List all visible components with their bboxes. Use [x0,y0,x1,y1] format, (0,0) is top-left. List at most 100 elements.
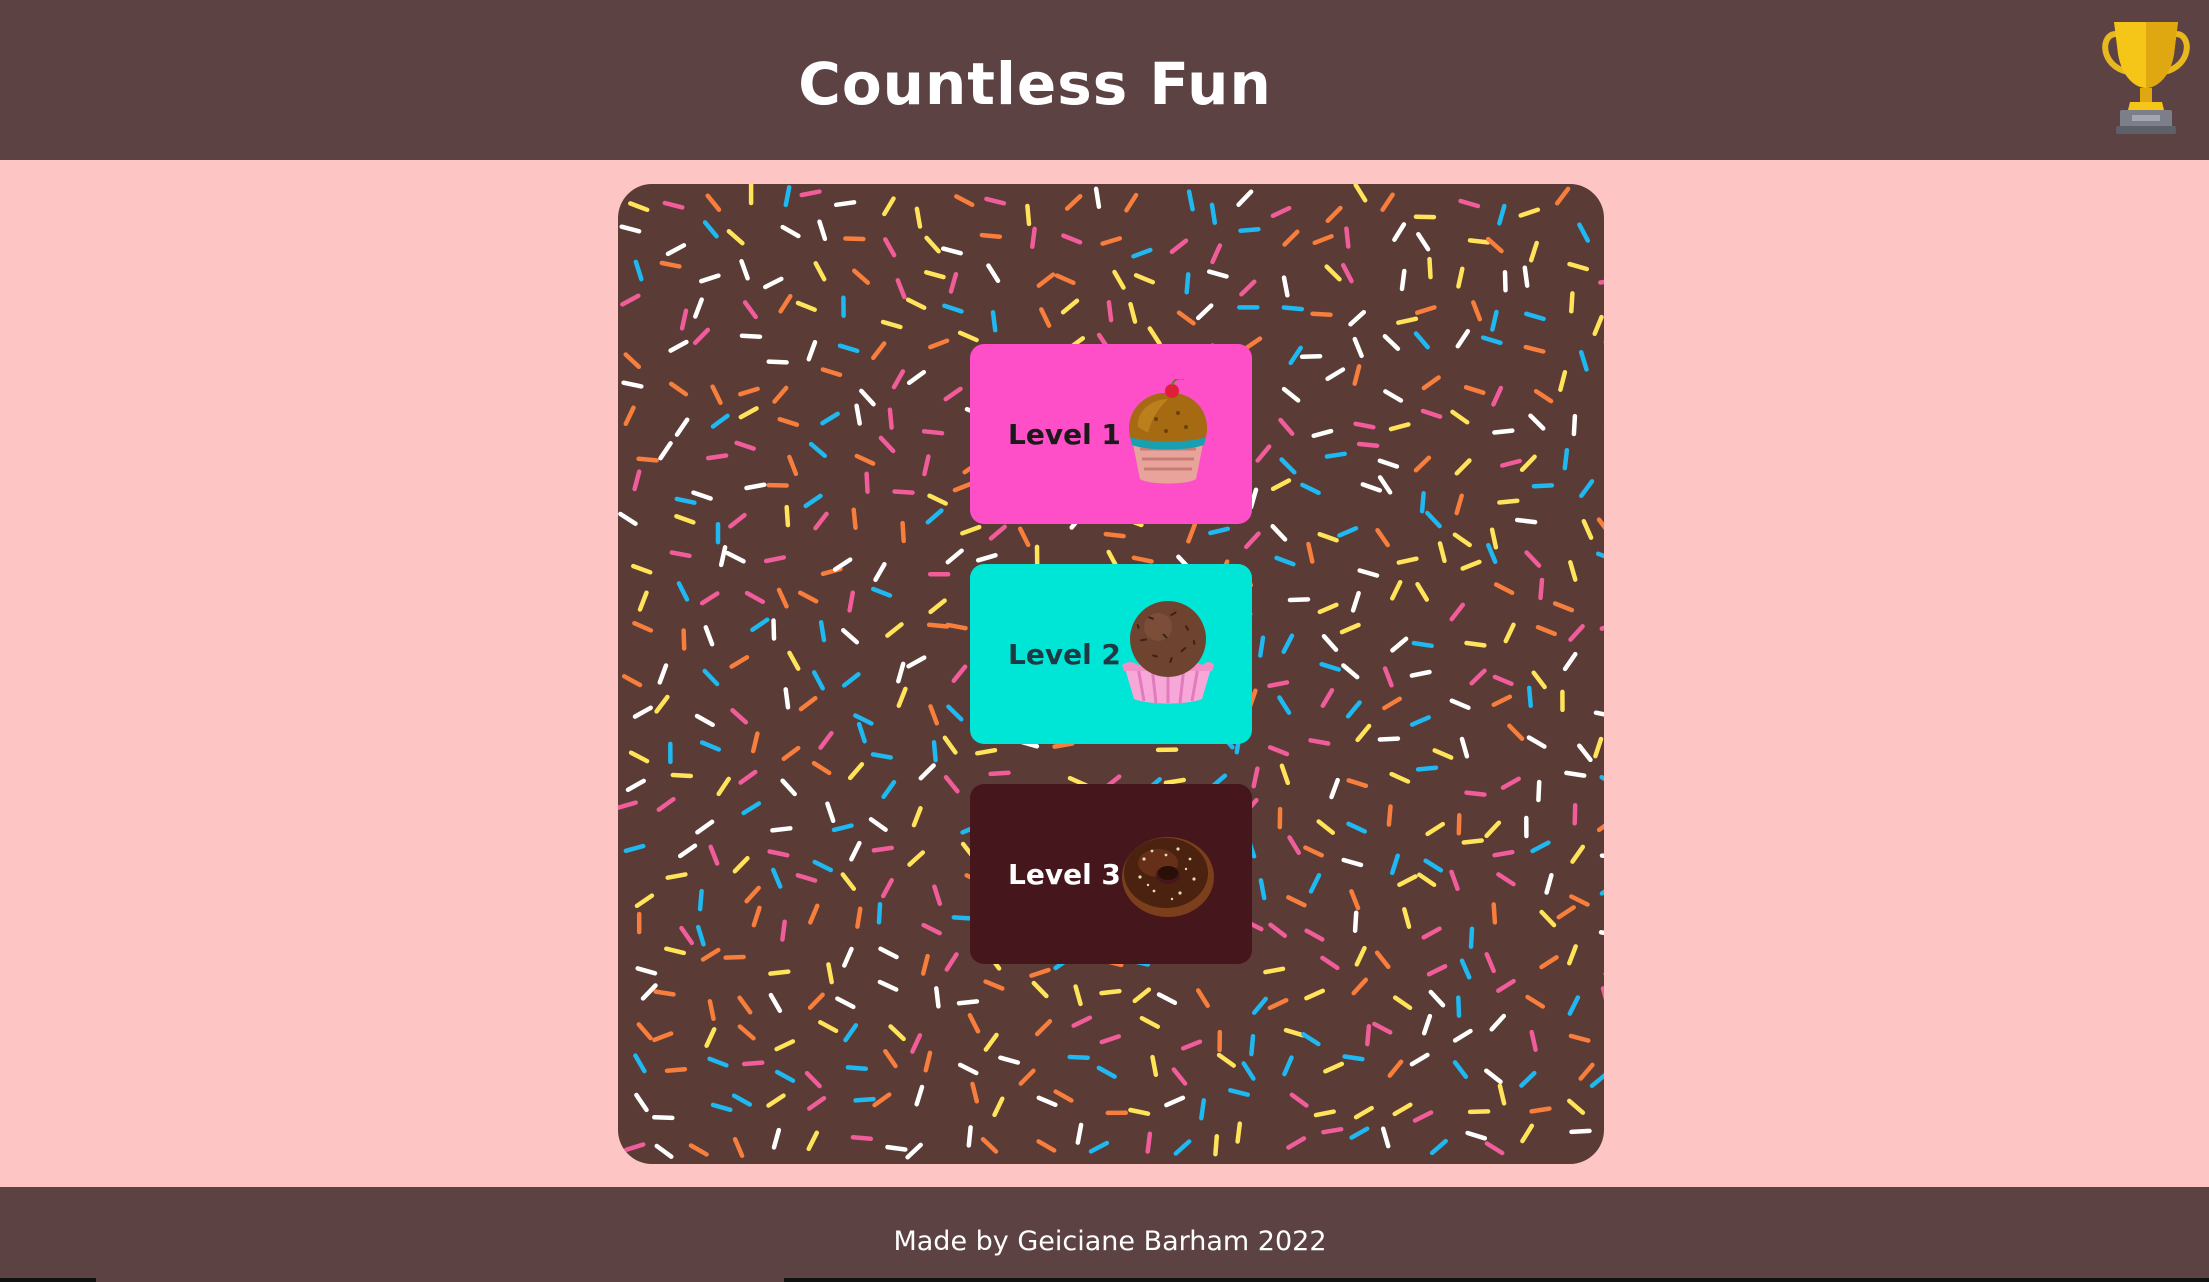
sprinkle [818,1020,839,1034]
sprinkle [1349,889,1361,911]
sprinkle [656,796,676,812]
sprinkle [634,1092,649,1113]
sprinkle [619,224,642,234]
sprinkle [718,545,728,568]
sprinkle [1567,995,1581,1016]
sprinkle [795,873,818,883]
sprinkle [768,992,783,1013]
sprinkle [1467,1109,1491,1115]
sprinkle [737,1024,756,1041]
sprinkle [1578,349,1589,372]
level-3-card[interactable]: Level 3 [970,784,1252,964]
level-2-card[interactable]: Level 2 [970,564,1252,744]
sprinkle [744,482,767,491]
sprinkle [843,236,866,242]
sprinkle [998,1055,1021,1065]
sprinkle [1535,624,1557,637]
sprinkle [1429,1138,1448,1156]
level-1-card[interactable]: Level 1 [970,344,1252,524]
sprinkle [948,271,959,294]
sprinkle [1311,428,1334,439]
sprinkle [633,259,644,282]
sprinkle [1270,205,1292,219]
sprinkle [1210,243,1223,265]
sprinkle [636,456,659,463]
sprinkle [1454,458,1472,476]
sprinkle [1235,1121,1243,1144]
sprinkle [826,962,834,985]
sprinkle [1279,763,1291,786]
sprinkle [654,1143,674,1159]
sprinkle [1106,300,1114,323]
sprinkle [1570,844,1586,864]
sprinkle [1452,532,1472,548]
sprinkle [812,859,834,873]
sprinkle [1492,849,1515,858]
sprinkle [763,276,784,290]
sprinkle [849,840,862,862]
sprinkle [763,555,787,564]
sprinkle [1452,1060,1469,1079]
sprinkle [932,884,943,906]
sprinkle [883,237,897,258]
sprinkle [1372,1021,1393,1035]
sprinkle [635,966,658,976]
sprinkle [787,650,801,671]
sprinkle [873,561,887,583]
sprinkle [1533,388,1554,404]
sprinkle [1600,986,1604,1001]
sprinkle [1287,597,1311,603]
sprinkle [1491,902,1498,925]
sprinkle [637,590,649,612]
sprinkle [1596,517,1604,531]
sprinkle [895,278,907,300]
sprinkle [1449,698,1471,710]
sprinkle [900,520,906,544]
sprinkle [837,343,860,354]
sprinkle [1351,977,1369,996]
sprinkle [1377,736,1401,742]
sprinkle [1490,309,1499,332]
sprinkle [847,762,865,781]
sprinkle [1274,555,1296,567]
sprinkle [854,403,862,426]
sprinkle [739,259,750,281]
sprinkle [1346,821,1368,834]
sprinkle [1497,498,1520,505]
sprinkle [700,947,721,962]
sprinkle [699,740,722,752]
sprinkle [1413,455,1432,473]
sprinkle [1319,661,1342,672]
sprinkle [1321,633,1339,652]
sprinkle [1281,386,1301,403]
sprinkle [1112,269,1126,290]
sprinkle [1344,226,1351,249]
sprinkle [677,843,698,859]
sprinkle [1577,222,1591,243]
sprinkle [1199,1098,1207,1121]
sprinkle [907,850,926,867]
sprinkle [1025,203,1032,227]
sprinkle [1529,1029,1538,1052]
sprinkle [1184,272,1191,295]
sprinkle [1173,1139,1192,1156]
sprinkle [772,385,789,404]
sprinkle [944,952,959,972]
sprinkle [1518,207,1541,218]
sprinkle [1460,559,1482,571]
cupcake-icon [1129,379,1208,484]
sprinkle [1350,590,1361,613]
sprinkle [1308,873,1322,894]
sprinkle [1287,835,1302,856]
sprinkle [780,224,801,239]
sprinkle [1465,1130,1488,1141]
sprinkle [1599,853,1604,859]
sprinkle [1304,928,1325,942]
sprinkle [1461,838,1484,845]
sprinkle [851,507,858,530]
level-3-label: Level 3 [1008,857,1121,891]
sprinkle [1308,738,1331,746]
trophy-button[interactable] [2098,14,2194,138]
sprinkle [1352,336,1364,359]
sprinkle [692,327,711,346]
